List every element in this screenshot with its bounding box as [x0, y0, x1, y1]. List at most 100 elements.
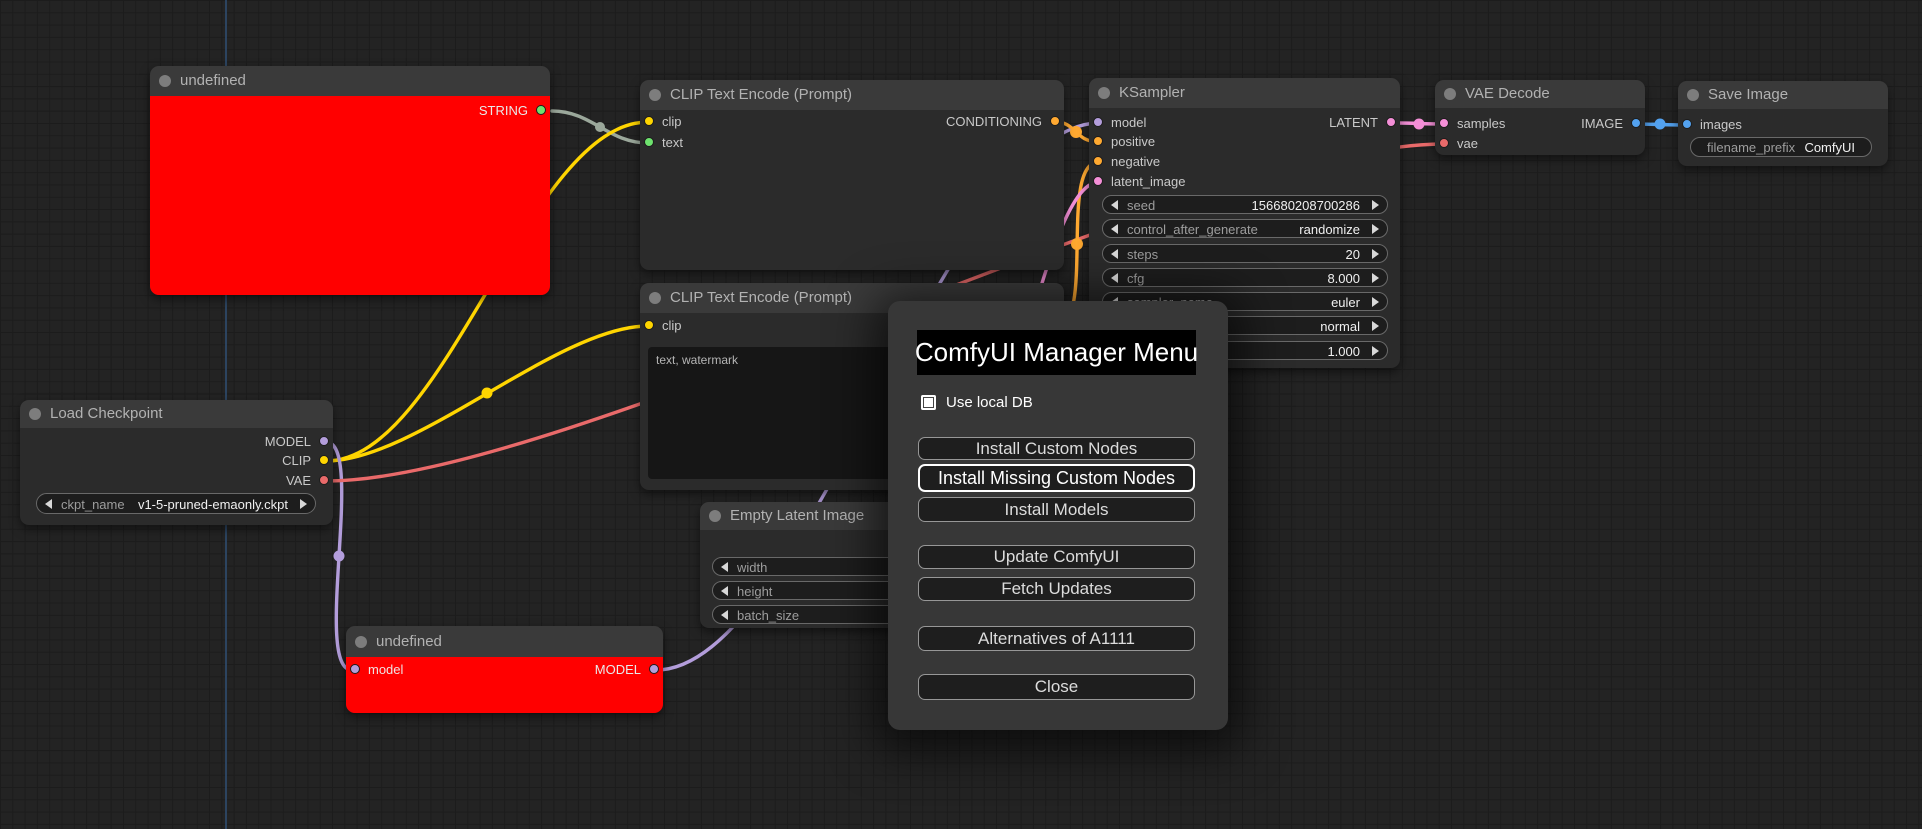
collapse-dot-icon[interactable] — [159, 75, 171, 87]
collapse-dot-icon[interactable] — [1687, 89, 1699, 101]
wire-dot — [595, 122, 605, 132]
left-arrow-icon[interactable] — [1111, 223, 1118, 234]
node-clip-text-encode-1[interactable]: CLIP Text Encode (Prompt) clip CONDITION… — [640, 80, 1064, 270]
collapse-dot-icon[interactable] — [1098, 87, 1110, 99]
collapse-dot-icon[interactable] — [649, 89, 661, 101]
negative-input-port[interactable] — [1093, 156, 1103, 166]
clip-output-port[interactable] — [319, 455, 329, 465]
node-graph-canvas[interactable]: undefined STRING CLIP Text Encode (Promp… — [0, 0, 1922, 829]
seed-widget[interactable]: seed 156680208700286 — [1102, 195, 1388, 214]
node-title: undefined — [180, 72, 246, 89]
node-body: MODEL CLIP VAE ckpt_name v1-5-pruned-ema… — [20, 428, 333, 525]
clip-input-port[interactable] — [644, 116, 654, 126]
widget-label: width — [737, 560, 768, 575]
use-local-db-checkbox[interactable] — [921, 394, 936, 410]
widget-value: euler — [1331, 295, 1360, 310]
right-arrow-icon[interactable] — [1372, 320, 1379, 331]
output-label: CONDITIONING — [945, 114, 1042, 129]
output-label: MODEL — [264, 434, 311, 449]
close-button[interactable]: Close — [918, 674, 1195, 700]
input-label: positive — [1111, 134, 1156, 149]
collapse-dot-icon[interactable] — [1444, 88, 1456, 100]
cfg-widget[interactable]: cfg 8.000 — [1102, 268, 1388, 287]
widget-label: steps — [1127, 247, 1159, 262]
ckpt-name-widget[interactable]: ckpt_name v1-5-pruned-emaonly.ckpt — [36, 493, 316, 514]
model-input-port[interactable] — [350, 664, 360, 674]
left-arrow-icon[interactable] — [721, 561, 728, 572]
image-output-port[interactable] — [1631, 118, 1641, 128]
string-output-port[interactable] — [536, 105, 546, 115]
node-load-checkpoint[interactable]: Load Checkpoint MODEL CLIP VAE ckpt_name… — [20, 400, 333, 525]
widget-label: batch_size — [737, 608, 800, 623]
node-title-bar[interactable]: KSampler — [1089, 78, 1400, 108]
right-arrow-icon[interactable] — [1372, 199, 1379, 210]
node-title-bar[interactable]: CLIP Text Encode (Prompt) — [640, 80, 1064, 110]
install-models-button[interactable]: Install Models — [918, 497, 1195, 522]
output-label: STRING — [478, 103, 528, 118]
text-input-port[interactable] — [644, 137, 654, 147]
widget-value: 8.000 — [1327, 271, 1360, 286]
images-input-port[interactable] — [1682, 119, 1692, 129]
left-arrow-icon[interactable] — [721, 609, 728, 620]
filename-prefix-widget[interactable]: filename_prefix ComfyUI — [1690, 137, 1872, 157]
widget-value: normal — [1320, 319, 1360, 334]
node-vae-decode[interactable]: VAE Decode samples IMAGE vae — [1435, 80, 1645, 155]
vae-input-port[interactable] — [1439, 138, 1449, 148]
node-body: images filename_prefix ComfyUI — [1678, 109, 1888, 166]
right-arrow-icon[interactable] — [1372, 345, 1379, 356]
left-arrow-icon[interactable] — [1111, 248, 1118, 259]
alternatives-of-a1111-button[interactable]: Alternatives of A1111 — [918, 626, 1195, 651]
node-undefined-model[interactable]: undefined model MODEL — [346, 626, 663, 713]
output-label: IMAGE — [1581, 116, 1623, 131]
control-after-generate-widget[interactable]: control_after_generate randomize — [1102, 219, 1388, 238]
model-output-port[interactable] — [319, 436, 329, 446]
use-local-db-row[interactable]: Use local DB — [921, 393, 1033, 411]
collapse-dot-icon[interactable] — [355, 636, 367, 648]
clip-input-port[interactable] — [644, 320, 654, 330]
collapse-dot-icon[interactable] — [649, 292, 661, 304]
node-save-image[interactable]: Save Image images filename_prefix ComfyU… — [1678, 81, 1888, 166]
left-arrow-icon[interactable] — [45, 498, 52, 509]
node-title-bar[interactable]: undefined — [346, 626, 663, 657]
samples-input-port[interactable] — [1439, 118, 1449, 128]
update-comfyui-button[interactable]: Update ComfyUI — [918, 545, 1195, 569]
fetch-updates-button[interactable]: Fetch Updates — [918, 577, 1195, 601]
vae-output-port[interactable] — [319, 475, 329, 485]
positive-input-port[interactable] — [1093, 136, 1103, 146]
node-title: VAE Decode — [1465, 85, 1550, 102]
install-custom-nodes-button[interactable]: Install Custom Nodes — [918, 437, 1195, 460]
output-label: MODEL — [594, 662, 641, 677]
node-body: clip CONDITIONING text — [640, 110, 1064, 270]
node-title-bar[interactable]: VAE Decode — [1435, 80, 1645, 108]
wire-dot — [481, 387, 493, 399]
right-arrow-icon[interactable] — [300, 498, 307, 509]
left-arrow-icon[interactable] — [1111, 272, 1118, 283]
conditioning-output-port[interactable] — [1050, 116, 1060, 126]
input-label: model — [368, 662, 404, 677]
install-missing-custom-nodes-button[interactable]: Install Missing Custom Nodes — [918, 464, 1195, 492]
prompt-text: text, watermark — [656, 353, 739, 367]
model-input-port[interactable] — [1093, 117, 1103, 127]
wire-dot — [333, 550, 345, 562]
node-title-bar[interactable]: Load Checkpoint — [20, 400, 333, 428]
node-title-bar[interactable]: undefined — [150, 66, 550, 96]
widget-label: control_after_generate — [1127, 222, 1258, 237]
right-arrow-icon[interactable] — [1372, 223, 1379, 234]
widget-value: randomize — [1299, 222, 1360, 237]
node-undefined-string[interactable]: undefined STRING — [150, 66, 550, 295]
right-arrow-icon[interactable] — [1372, 248, 1379, 259]
collapse-dot-icon[interactable] — [29, 408, 41, 420]
latent-output-port[interactable] — [1386, 117, 1396, 127]
left-arrow-icon[interactable] — [721, 585, 728, 596]
left-arrow-icon[interactable] — [1111, 199, 1118, 210]
widget-label: filename_prefix — [1707, 140, 1796, 155]
node-title-bar[interactable]: Save Image — [1678, 81, 1888, 109]
right-arrow-icon[interactable] — [1372, 272, 1379, 283]
collapse-dot-icon[interactable] — [709, 510, 721, 522]
steps-widget[interactable]: steps 20 — [1102, 244, 1388, 263]
right-arrow-icon[interactable] — [1372, 296, 1379, 307]
latent-image-input-port[interactable] — [1093, 176, 1103, 186]
use-local-db-label: Use local DB — [946, 393, 1033, 411]
dialog-title: ComfyUI Manager Menu — [915, 330, 1198, 375]
model-output-port[interactable] — [649, 664, 659, 674]
